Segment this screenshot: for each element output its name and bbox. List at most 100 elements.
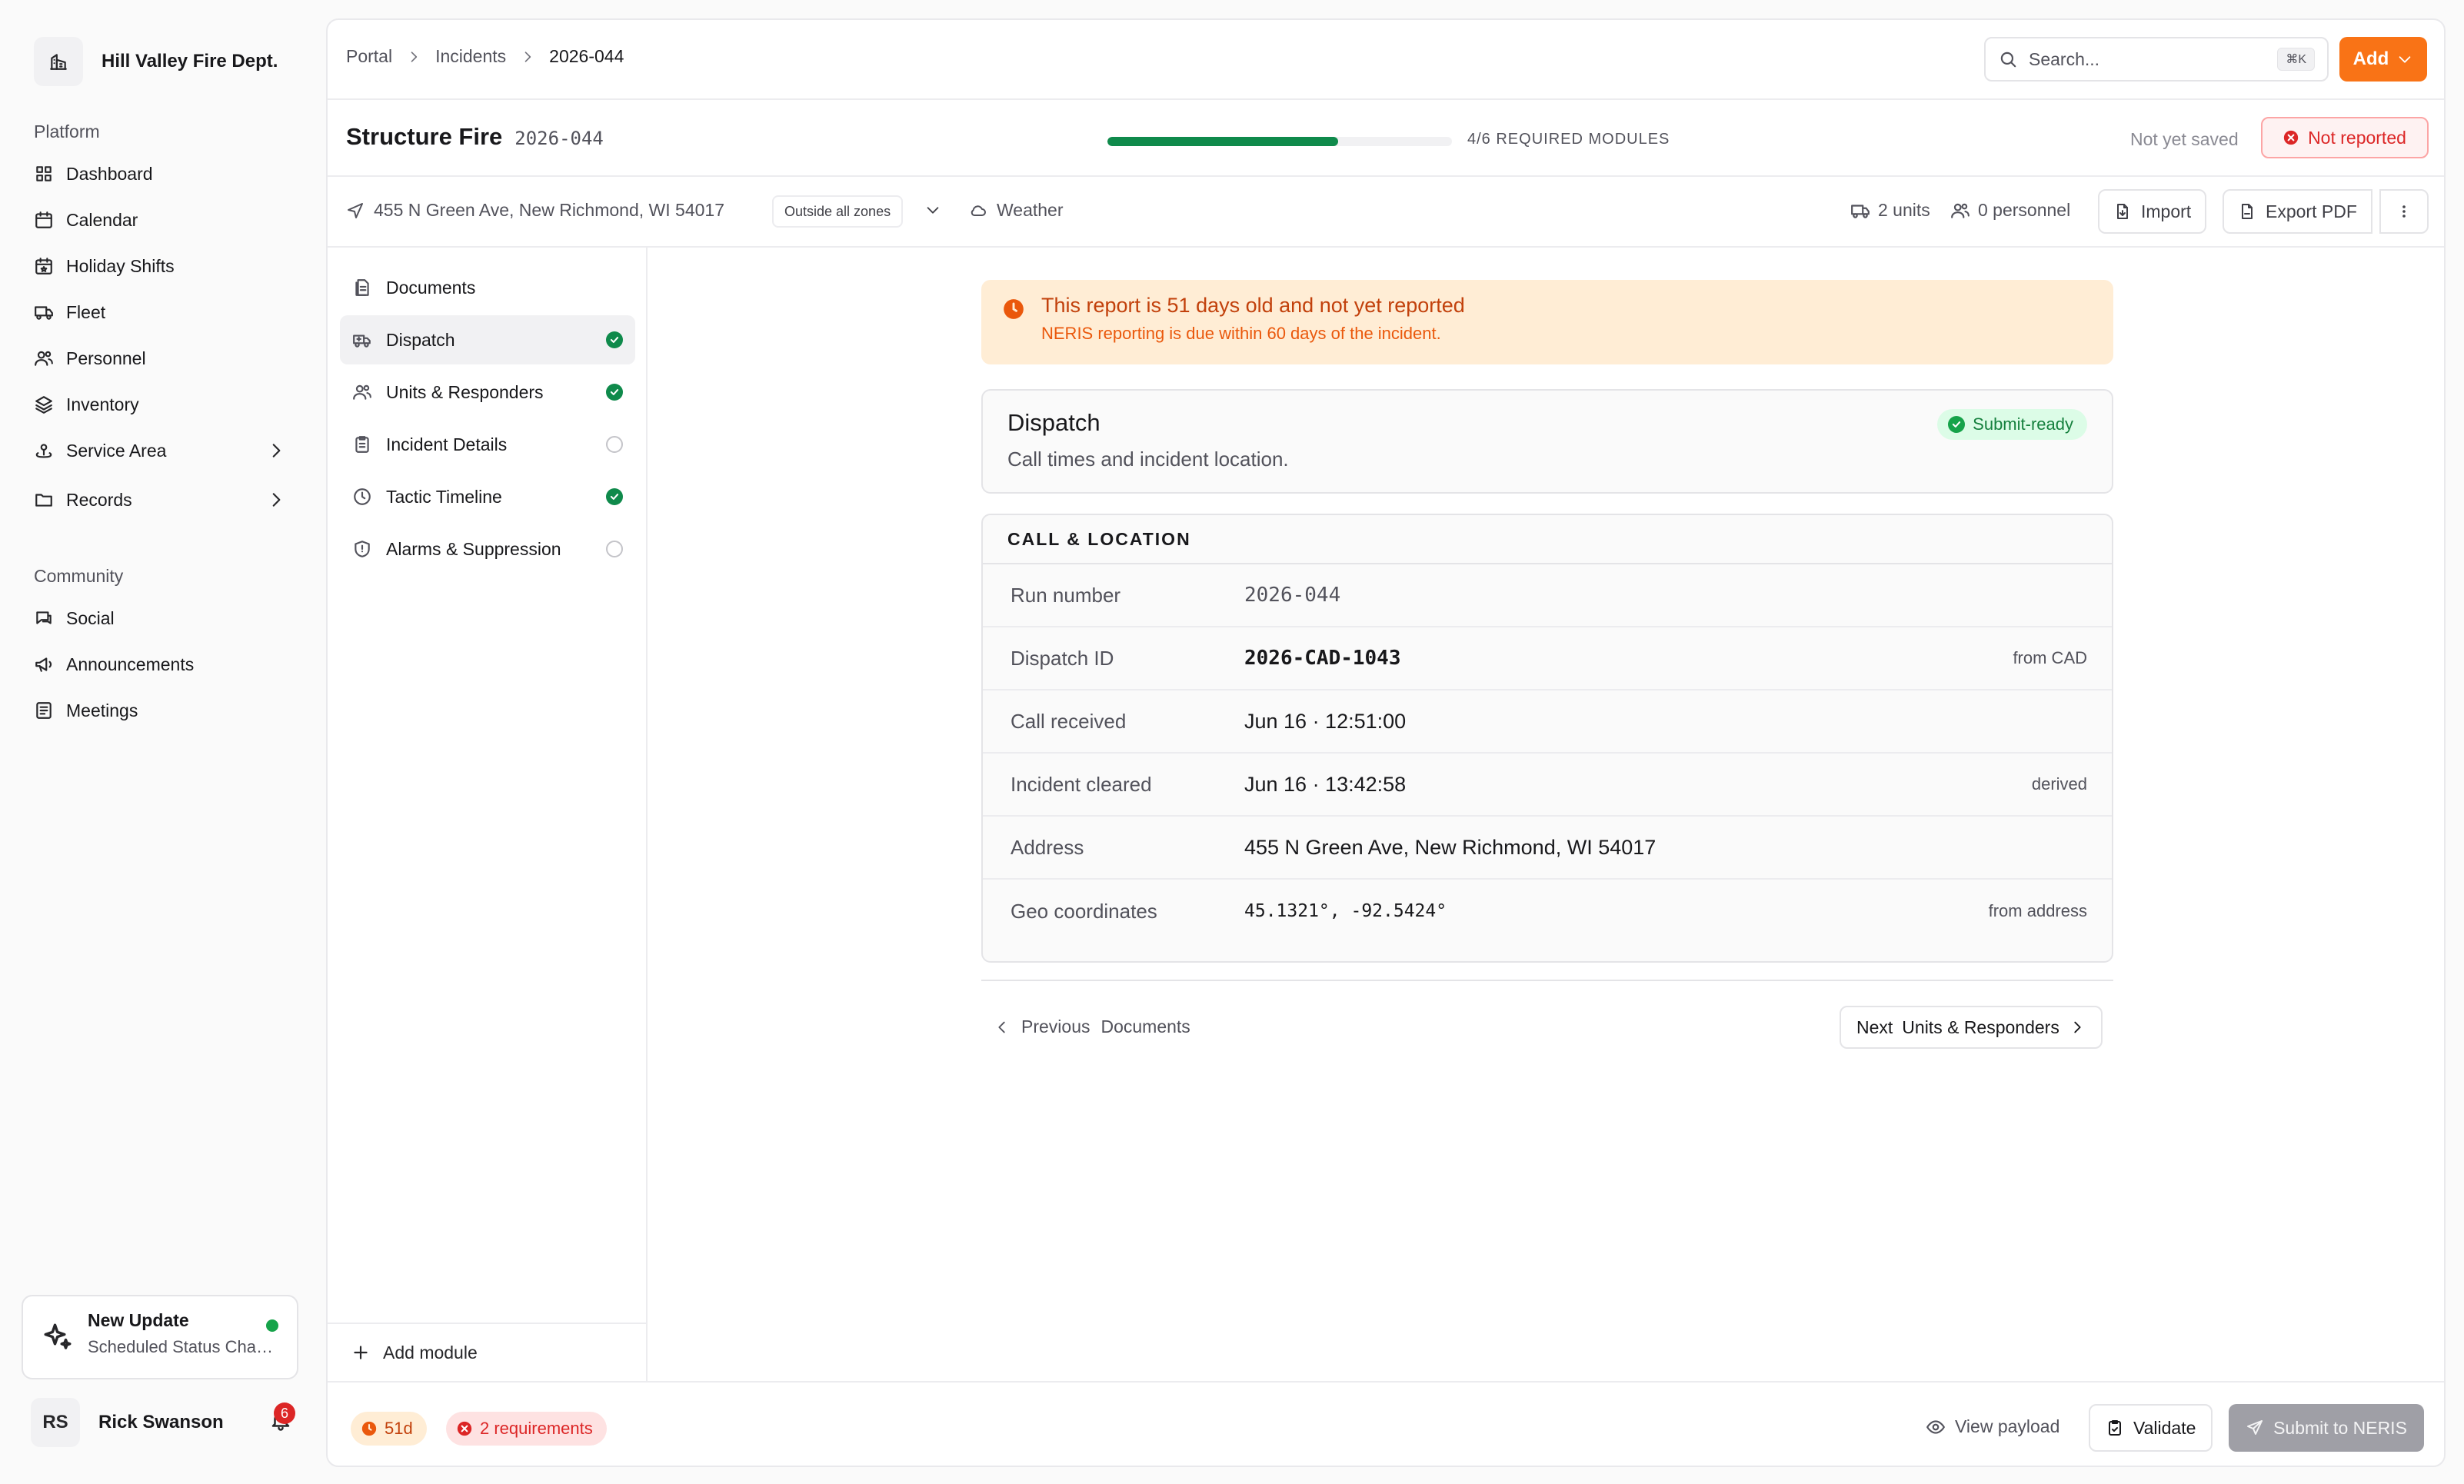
previous-word: Previous <box>1021 1017 1090 1036</box>
report-footer: 51d 2 requirements View payload Validate… <box>328 1381 2444 1466</box>
page-title: Structure Fire 2026-044 <box>346 123 604 151</box>
view-payload-button[interactable]: View payload <box>1926 1416 2059 1437</box>
validate-button[interactable]: Validate <box>2089 1404 2213 1452</box>
requirements-chip[interactable]: 2 requirements <box>446 1412 607 1446</box>
nav-item-personnel[interactable]: Personnel <box>23 335 297 381</box>
nav-item-announcements[interactable]: Announcements <box>23 641 297 687</box>
chevron-left-icon <box>994 1019 1011 1036</box>
previous-module-button[interactable]: Previous Documents <box>994 1017 1190 1037</box>
main-panel: Portal Incidents 2026-044 ⌘K Add Structu… <box>326 18 2446 1467</box>
topbar: Portal Incidents 2026-044 ⌘K Add <box>328 20 2444 100</box>
sparkles-icon <box>42 1321 74 1353</box>
report-status-badge[interactable]: Not reported <box>2261 117 2429 158</box>
search-shortcut: ⌘K <box>2277 48 2315 71</box>
nav-item-records[interactable]: Records <box>23 477 297 523</box>
validate-label: Validate <box>2133 1417 2196 1438</box>
row-label: Run number <box>1011 583 1121 607</box>
weather-label: Weather <box>997 200 1064 220</box>
add-module-label: Add module <box>383 1342 478 1363</box>
module-documents[interactable]: Documents <box>340 263 635 312</box>
breadcrumb-portal[interactable]: Portal <box>346 46 392 67</box>
nav-item-label: Meetings <box>66 700 138 720</box>
table-row[interactable]: Call received Jun 16 · 12:51:00 <box>983 690 2112 754</box>
add-module-button[interactable]: Add module <box>328 1323 648 1381</box>
bell-icon[interactable]: 6 <box>269 1402 295 1432</box>
truck-icon <box>1850 201 1870 221</box>
search-icon <box>1998 49 2018 69</box>
export-pdf-button[interactable]: Export PDF <box>2223 189 2372 234</box>
module-dispatch[interactable]: Dispatch <box>340 315 635 364</box>
module-incident-details[interactable]: Incident Details <box>340 420 635 469</box>
nav-item-label: Calendar <box>66 209 138 230</box>
table-row[interactable]: Dispatch ID 2026-CAD-1043 from CAD <box>983 627 2112 690</box>
module-label: Tactic Timeline <box>386 486 502 507</box>
file-pdf-icon <box>2238 202 2256 221</box>
more-options-button[interactable] <box>2379 189 2429 234</box>
avatar: RS <box>31 1398 80 1447</box>
file-import-icon <box>2113 202 2132 221</box>
check-circle-icon <box>606 331 623 348</box>
zone-select[interactable]: Outside all zones <box>772 195 904 228</box>
module-alarms-suppression[interactable]: Alarms & Suppression <box>340 524 635 574</box>
nav-item-fleet[interactable]: Fleet <box>23 289 297 335</box>
notification-count: 6 <box>274 1402 295 1424</box>
breadcrumb: Portal Incidents 2026-044 <box>346 46 624 67</box>
search-input[interactable] <box>2029 48 2259 70</box>
submit-neris-button[interactable]: Submit to NERIS <box>2229 1404 2424 1452</box>
nav-item-calendar[interactable]: Calendar <box>23 197 297 243</box>
nav-item-label: Dashboard <box>66 163 153 184</box>
row-value: 45.1321°, -92.5424° <box>1244 901 1447 921</box>
nav-item-inventory[interactable]: Inventory <box>23 381 297 428</box>
row-label: Geo coordinates <box>1011 899 1157 923</box>
check-circle-icon <box>606 488 623 505</box>
chevron-down-icon[interactable] <box>924 201 941 218</box>
breadcrumb-incidents[interactable]: Incidents <box>435 46 506 67</box>
nav-item-meetings[interactable]: Meetings <box>23 687 297 734</box>
status-badge-label: Submit-ready <box>1973 414 2073 434</box>
clipboard-check-icon <box>2106 1419 2124 1437</box>
folder-icon <box>34 490 54 510</box>
add-button[interactable]: Add <box>2339 37 2427 82</box>
incident-title: Structure Fire <box>346 123 503 150</box>
nav-group-community: Community <box>34 566 124 586</box>
navigation-icon <box>346 201 365 220</box>
nav-item-label: Fleet <box>66 301 106 322</box>
nav-item-service-area[interactable]: Service Area <box>23 428 297 474</box>
row-value: 2026-044 <box>1244 584 1341 607</box>
chevron-right-icon <box>266 490 286 510</box>
next-module-button[interactable]: Next Units & Responders <box>1840 1006 2103 1049</box>
search-box[interactable]: ⌘K <box>1984 37 2329 82</box>
units-count: 2 units <box>1850 200 1930 221</box>
section-subtitle: Call times and incident location. <box>1007 448 1289 471</box>
module-label: Alarms & Suppression <box>386 538 561 559</box>
chevron-right-icon <box>520 49 535 65</box>
update-card[interactable]: New Update Scheduled Status Changes <box>22 1295 298 1379</box>
incident-address[interactable]: 455 N Green Ave, New Richmond, WI 54017 <box>346 200 724 221</box>
org-header[interactable]: Hill Valley Fire Dept. <box>34 37 278 86</box>
table-row[interactable]: Geo coordinates 45.1321°, -92.5424° from… <box>983 880 2112 943</box>
more-vertical-icon <box>2395 202 2413 221</box>
module-units-responders[interactable]: Units & Responders <box>340 368 635 417</box>
row-value: 455 N Green Ave, New Richmond, WI 54017 <box>1244 835 1657 859</box>
user-profile[interactable]: RS Rick Swanson 6 <box>31 1398 301 1447</box>
nav-item-social[interactable]: Social <box>23 595 297 641</box>
view-payload-label: View payload <box>1955 1416 2060 1436</box>
table-row[interactable]: Incident cleared Jun 16 · 13:42:58 deriv… <box>983 754 2112 817</box>
x-circle-icon <box>2283 130 2299 145</box>
row-value: Jun 16 · 13:42:58 <box>1244 772 1407 796</box>
previous-target: Documents <box>1100 1017 1190 1036</box>
table-row[interactable]: Run number 2026-044 <box>983 564 2112 627</box>
nav-item-dashboard[interactable]: Dashboard <box>23 151 297 197</box>
nav-item-holiday-shifts[interactable]: Holiday Shifts <box>23 243 297 289</box>
update-status-dot <box>266 1319 278 1332</box>
status-badge: Submit-ready <box>1937 409 2087 440</box>
nav-group-platform: Platform <box>34 121 100 141</box>
weather-button[interactable]: Weather <box>969 200 1064 221</box>
module-tactic-timeline[interactable]: Tactic Timeline <box>340 472 635 521</box>
import-button[interactable]: Import <box>2098 189 2207 234</box>
grid-icon <box>34 164 54 184</box>
x-circle-icon <box>457 1421 472 1436</box>
table-row[interactable]: Address 455 N Green Ave, New Richmond, W… <box>983 817 2112 880</box>
clipboard-icon <box>352 434 372 454</box>
days-old-chip[interactable]: 51d <box>351 1412 427 1446</box>
